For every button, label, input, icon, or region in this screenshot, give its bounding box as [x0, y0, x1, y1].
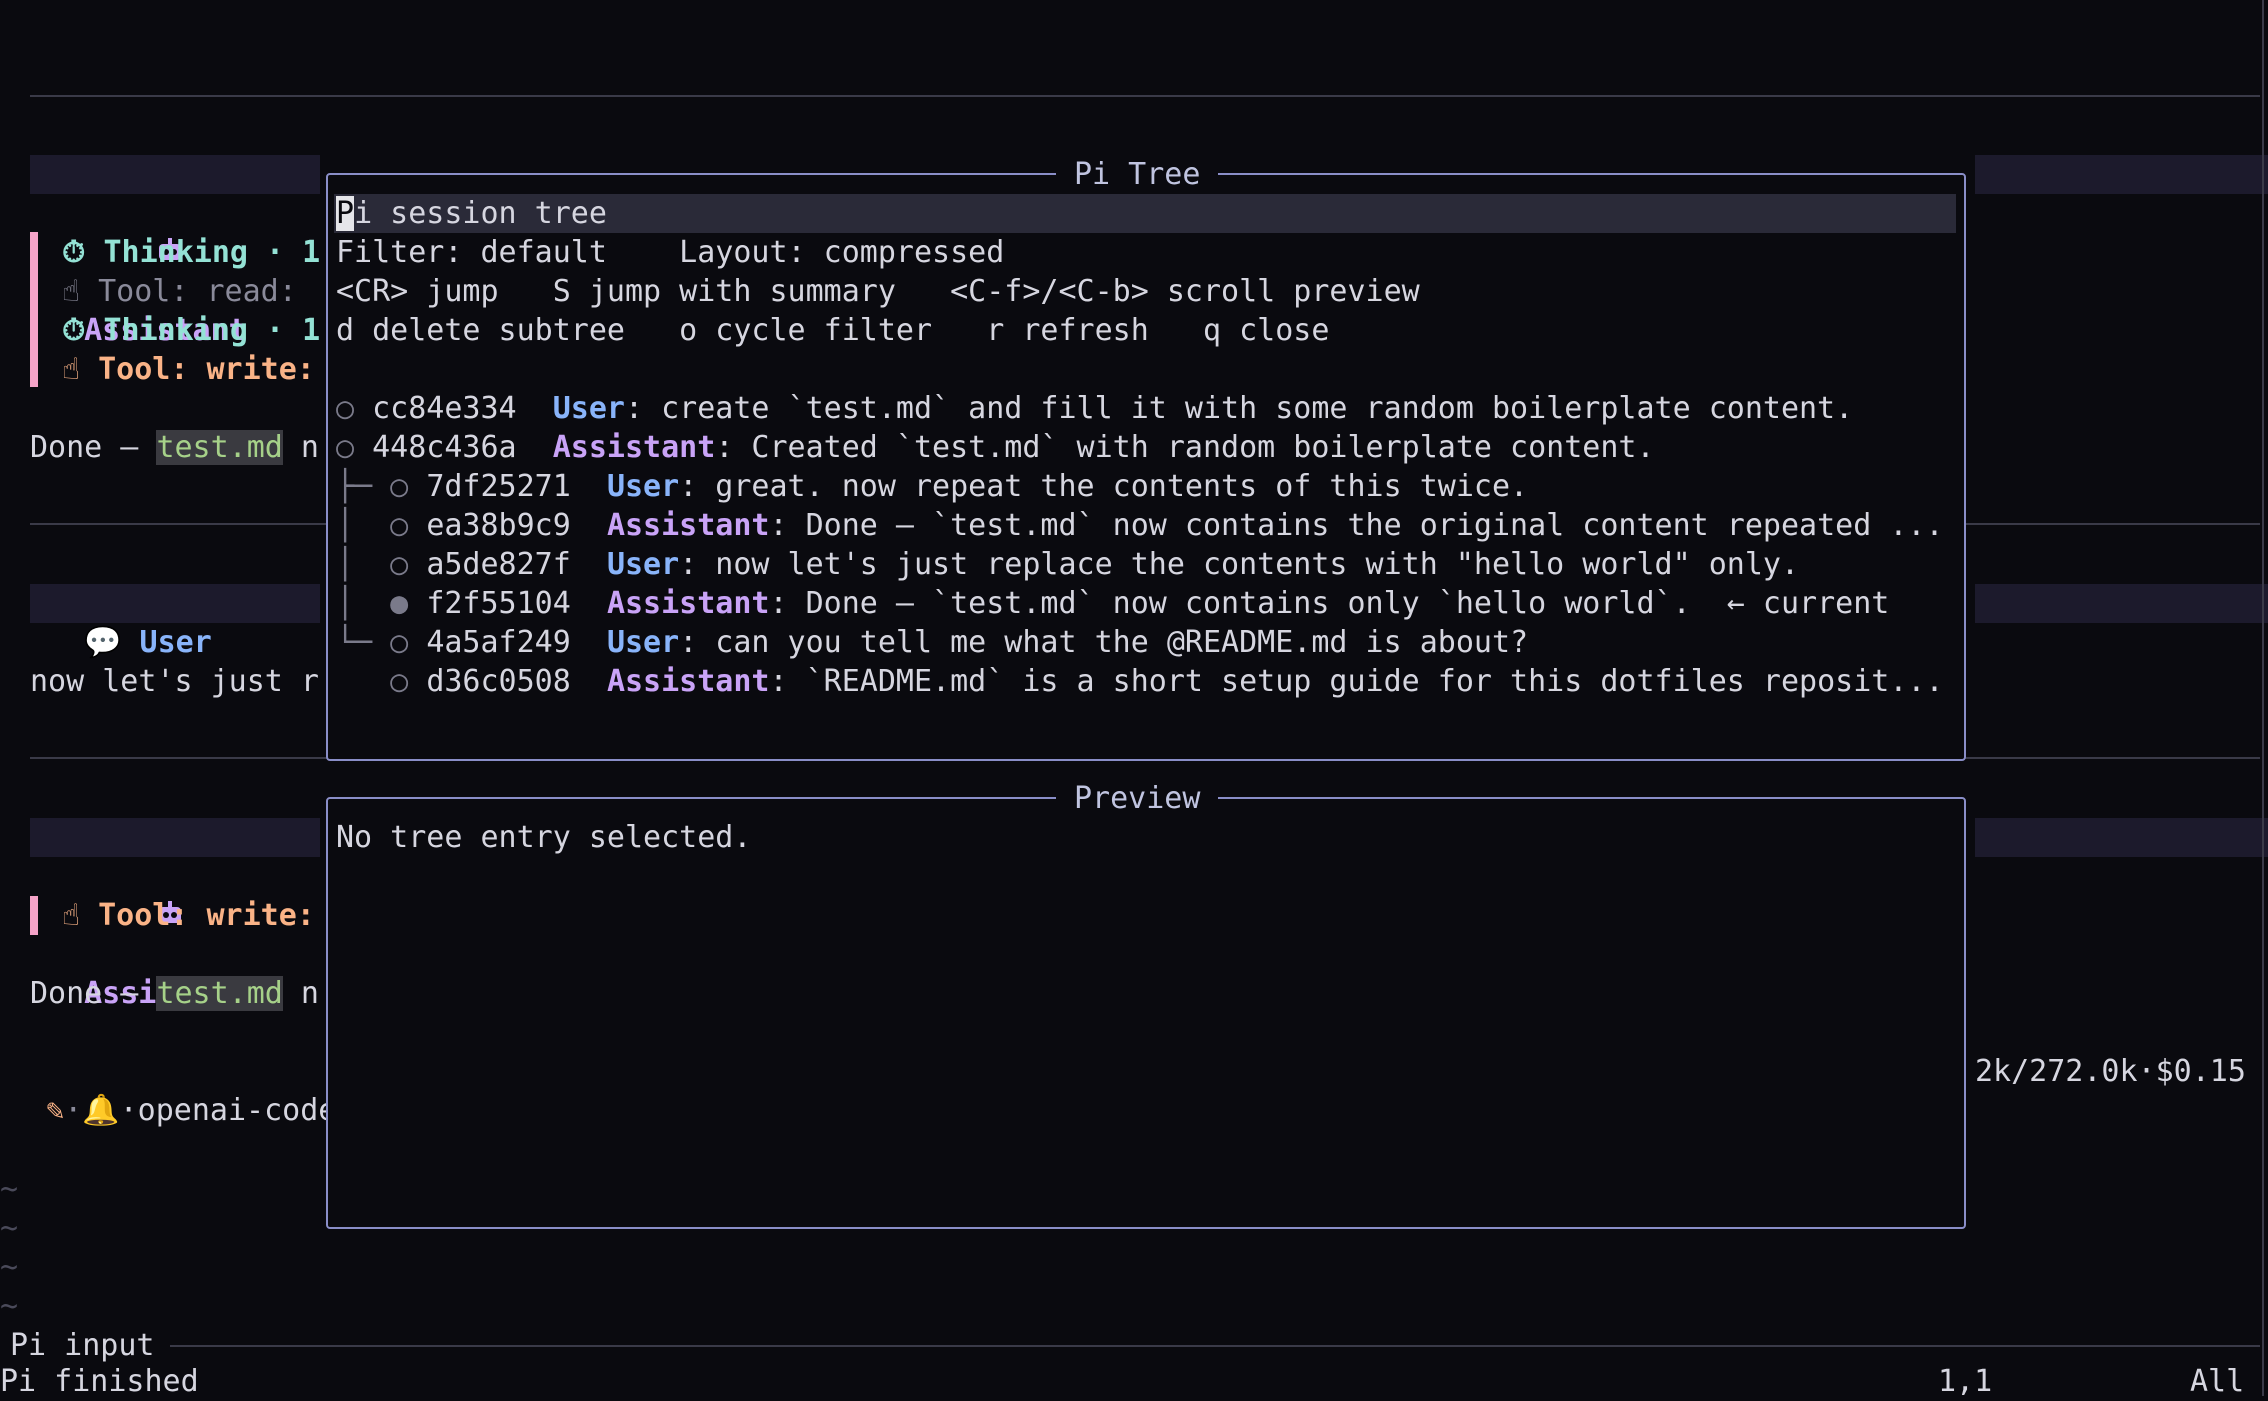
tree-entry[interactable]: │ ○ a5de827f User: now let's just replac… — [336, 545, 1799, 584]
tree-entry[interactable]: ├─ ○ 7df25271 User: great. now repeat th… — [336, 467, 1528, 506]
statusline-left: ✎·🔔·openai-code — [46, 1093, 337, 1128]
done-line-2: Done — test.md n — [30, 976, 319, 1011]
tool-write-line: ☝ Tool: write: — [62, 352, 315, 387]
empty-line-marker: ~ — [0, 1289, 19, 1324]
status-message: Pi finished — [0, 1364, 199, 1399]
preview-text: No tree entry selected. — [336, 820, 752, 855]
text-cursor: P — [336, 196, 355, 231]
tree-entry-current[interactable]: │ ● f2f55104 Assistant: Done — `test.md`… — [336, 584, 1889, 623]
timer-icon: ⏱ — [62, 235, 104, 270]
tree-entry[interactable]: ○ 448c436a Assistant: Created `test.md` … — [336, 428, 1655, 467]
preview-panel-title: Preview — [1056, 779, 1219, 818]
help-line-2: d delete subtree o cycle filter r refres… — [336, 313, 1330, 348]
top-divider — [30, 95, 2260, 97]
hand-icon: ☝ — [62, 274, 99, 309]
window-edge — [2262, 0, 2264, 1396]
user-message: now let's just r — [30, 664, 319, 699]
tree-entry[interactable]: ○ cc84e334 User: create `test.md` and fi… — [336, 389, 1853, 428]
tool-read-line: ☝ Tool: read: — [62, 274, 297, 309]
tree-header-line: Pi session tree — [336, 196, 607, 231]
preview-panel[interactable] — [326, 797, 1966, 1229]
hand-icon: ☝ — [62, 352, 99, 387]
timer-icon: ⏱ — [62, 313, 104, 348]
user-header-band-right — [1975, 584, 2268, 623]
empty-line-marker: ~ — [0, 1250, 19, 1285]
file-highlight: test.md — [156, 430, 283, 465]
tree-entry[interactable]: ○ d36c0508 Assistant: `README.md` is a s… — [336, 662, 1943, 701]
input-label[interactable]: Pi input — [10, 1326, 155, 1365]
tree-entry[interactable]: └─ ○ 4a5af249 User: can you tell me what… — [336, 623, 1528, 662]
scroll-position: All — [2190, 1364, 2245, 1399]
cursor-position: 1,1 — [1938, 1364, 1993, 1399]
help-line-1: <CR> jump S jump with summary <C-f>/<C-b… — [336, 274, 1420, 309]
tool-bar — [30, 232, 38, 387]
tree-entry[interactable]: │ ○ ea38b9c9 Assistant: Done — `test.md`… — [336, 506, 1944, 545]
tool-write-line-2: ☝ Tool: write: — [62, 898, 315, 933]
user-header: 💬 User — [84, 625, 212, 660]
file-highlight: test.md — [156, 976, 283, 1011]
tree-panel-title: Pi Tree — [1056, 155, 1219, 194]
done-line-1: Done — test.md n — [30, 430, 319, 465]
filter-line: Filter: default Layout: compressed — [336, 235, 1005, 270]
thinking-line-2: ⏱ Thinking · 1 — [62, 313, 321, 348]
statusline-right: 2k/272.0k·$0.15 — [1975, 1054, 2246, 1089]
assistant-header-band-2-right — [1975, 818, 2268, 857]
edit-icon: ✎ — [46, 1093, 65, 1128]
empty-line-marker: ~ — [0, 1172, 19, 1207]
assistant-header-band-right — [1975, 155, 2268, 194]
bell-icon: 🔔 — [82, 1093, 120, 1128]
speech-icon: 💬 — [84, 625, 122, 660]
input-divider — [170, 1345, 2260, 1347]
hand-icon: ☝ — [62, 898, 99, 933]
empty-line-marker: ~ — [0, 1211, 19, 1246]
thinking-line-1: ⏱ Thinking · 1 — [62, 235, 321, 270]
tool-bar-2 — [30, 896, 38, 935]
